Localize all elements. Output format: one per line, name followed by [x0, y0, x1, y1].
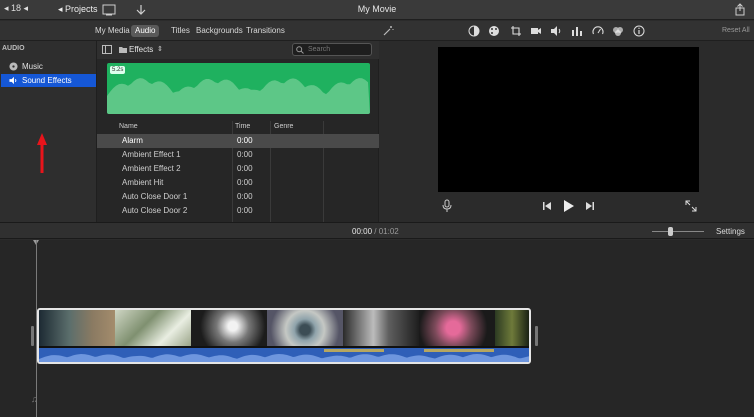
share-icon[interactable]: [733, 3, 747, 17]
sidebar-heading: AUDIO: [2, 45, 25, 52]
chevron-updown-icon[interactable]: ⇕: [157, 45, 163, 53]
search-icon: [296, 46, 304, 54]
fullscreen-icon[interactable]: [685, 200, 697, 212]
music-icon: [9, 62, 18, 71]
row-name: Ambient Hit: [122, 178, 164, 187]
clip-thumbnail: [495, 310, 529, 346]
microphone-icon[interactable]: [441, 199, 453, 213]
row-name: Alarm: [122, 136, 143, 145]
table-row[interactable]: Auto Close Door 1 0:00: [97, 190, 379, 204]
current-time: 00:00: [352, 227, 373, 236]
clip-thumbnail: [115, 310, 191, 346]
row-name: Ambient Effect 2: [122, 164, 181, 173]
play-icon[interactable]: [561, 199, 575, 213]
clip-trim-handle-left[interactable]: [31, 326, 34, 346]
row-time: 0:00: [237, 164, 253, 173]
table-row[interactable]: Ambient Hit 0:00: [97, 176, 379, 190]
browser-header: Effects ⇕ Search: [97, 41, 379, 59]
clip-thumbnail: [191, 310, 267, 346]
column-header-genre[interactable]: Genre: [274, 123, 293, 130]
audio-waveform-preview[interactable]: 5.2s: [107, 63, 370, 114]
color-balance-icon[interactable]: [468, 25, 480, 37]
clip-thumbnail: [267, 310, 343, 346]
sidebar-toggle-icon[interactable]: [102, 45, 112, 54]
row-time: 0:00: [237, 192, 253, 201]
row-time: 0:00: [237, 150, 253, 159]
zoom-slider-knob[interactable]: [668, 227, 673, 236]
camera-stabilize-icon[interactable]: [530, 25, 542, 37]
reset-all-button[interactable]: Reset All: [722, 27, 750, 34]
volume-icon[interactable]: [550, 25, 562, 37]
row-time: 0:00: [237, 136, 253, 145]
settings-button[interactable]: Settings: [716, 227, 745, 236]
table-row[interactable]: Auto Close Door 2 0:00: [97, 204, 379, 218]
video-clip[interactable]: [37, 308, 531, 364]
table-header: Name Time Genre: [119, 121, 379, 134]
skip-back-icon[interactable]: [541, 200, 553, 212]
viewer-toolbar: Reset All: [0, 21, 754, 41]
clip-thumbnail: [343, 310, 419, 346]
sidebar-item-music[interactable]: Music: [1, 60, 96, 73]
window-title: My Movie: [357, 4, 397, 14]
timeline-toolbar: 00:00 / 01:02 Settings: [0, 222, 754, 239]
zoom-slider[interactable]: [652, 231, 704, 232]
magic-wand-icon[interactable]: [382, 25, 394, 37]
row-name: Auto Close Door 1: [122, 192, 188, 201]
speed-icon[interactable]: [592, 25, 604, 37]
viewer-pane: [379, 41, 754, 222]
search-placeholder: Search: [308, 46, 331, 53]
clip-trim-handle-right[interactable]: [535, 326, 538, 346]
clip-audio-waveform: [39, 348, 529, 362]
annotation-arrow-icon: [37, 133, 47, 173]
title-bar: ◂ 18 ◂ ◂ Projects My Movie: [0, 0, 754, 20]
total-duration: 01:02: [378, 227, 399, 236]
clip-thumbnail: [419, 310, 495, 346]
speaker-icon: [9, 76, 17, 85]
info-icon[interactable]: [633, 25, 645, 37]
audio-sidebar: AUDIO Music Sound Effects: [0, 41, 97, 222]
clip-thumbnail: [39, 310, 115, 346]
sidebar-item-label: Music: [22, 62, 43, 71]
table-row[interactable]: Ambient Effect 1 0:00: [97, 148, 379, 162]
color-palette-icon[interactable]: [488, 25, 500, 37]
browser-tabs-bar: My Media Audio Titles Backgrounds Transi…: [0, 21, 754, 41]
effects-browser: Effects ⇕ Search 5.2s Name Time Genre Al…: [97, 41, 379, 222]
timecode: 00:00 / 01:02: [352, 227, 399, 236]
waveform-graphic: [107, 78, 370, 114]
table-row[interactable]: Alarm 0:00: [97, 134, 379, 148]
video-preview[interactable]: [438, 47, 699, 192]
sidebar-item-sound-effects[interactable]: Sound Effects: [1, 74, 96, 87]
column-header-name[interactable]: Name: [119, 123, 138, 130]
search-input[interactable]: Search: [292, 43, 372, 56]
sidebar-item-label: Sound Effects: [22, 76, 72, 85]
timecode-separator: /: [374, 227, 377, 236]
row-name: Ambient Effect 1: [122, 150, 181, 159]
row-time: 0:00: [237, 178, 253, 187]
effects-dropdown[interactable]: Effects: [129, 45, 153, 54]
music-track-icon: ♫: [31, 394, 38, 404]
table-row[interactable]: Ambient Effect 2 0:00: [97, 162, 379, 176]
imovie-window: ◂ 18 ◂ ◂ Projects My Movie My Media Audi…: [0, 0, 754, 417]
clip-waveform-graphic: [39, 349, 529, 362]
row-name: Auto Close Door 2: [122, 206, 188, 215]
skip-forward-icon[interactable]: [584, 200, 596, 212]
filter-icon[interactable]: [612, 25, 624, 37]
row-time: 0:00: [237, 206, 253, 215]
crop-icon[interactable]: [510, 25, 522, 37]
folder-icon: [119, 47, 127, 53]
column-header-time[interactable]: Time: [235, 123, 250, 130]
duration-badge: 5.2s: [110, 66, 126, 74]
timeline[interactable]: ♫: [0, 240, 754, 417]
equalizer-icon[interactable]: [571, 25, 583, 37]
